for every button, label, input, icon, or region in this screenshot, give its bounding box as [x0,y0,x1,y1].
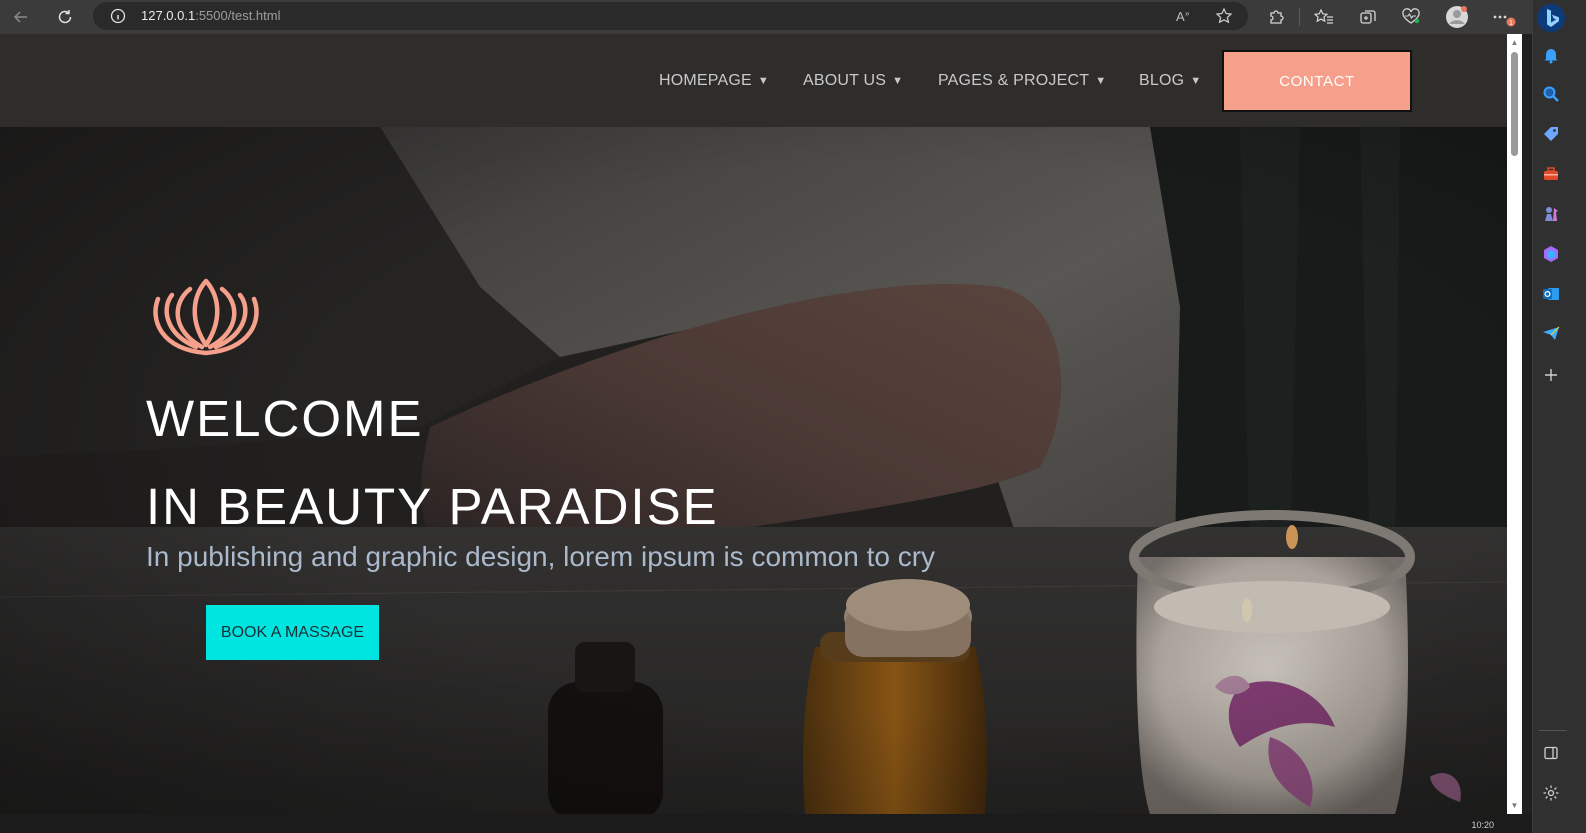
chevron-down-icon: ▼ [1095,75,1107,87]
copilot-icon[interactable] [1538,241,1564,267]
plus-icon[interactable] [1538,362,1564,388]
heart-icon[interactable] [1398,4,1424,30]
nav-blog[interactable]: BLOG ▼ [1139,72,1201,90]
sidebar-layout-icon[interactable] [1538,740,1564,766]
send-icon[interactable] [1538,320,1564,346]
lotus-icon [153,278,259,356]
toolbox-icon[interactable] [1538,161,1564,187]
more-icon[interactable]: 1 [1490,4,1516,30]
scrollbar-thumb[interactable] [1511,52,1518,156]
nav-pages-project-label: PAGES & PROJECT [938,72,1090,89]
scroll-down-icon[interactable]: ▼ [1510,801,1519,810]
favorites-icon[interactable] [1311,4,1337,30]
nav-about-us[interactable]: ABOUT US ▼ [803,72,903,90]
sidebar-divider [1539,730,1567,731]
tag-icon[interactable] [1538,121,1564,147]
star-icon[interactable] [1213,5,1235,27]
url-text[interactable]: 127.0.0.1:5500/test.html [141,8,281,23]
contact-button[interactable]: CONTACT [1222,50,1412,112]
address-bar[interactable]: 127.0.0.1:5500/test.html A» [93,2,1248,30]
browser-toolbar: 127.0.0.1:5500/test.html A» 1 [0,0,1532,34]
svg-text:A: A [1176,9,1185,24]
browser-sidebar [1532,0,1586,833]
page-scrollbar[interactable]: ▲ ▼ [1507,34,1522,814]
url-path: :5500/test.html [195,8,281,23]
read-aloud-icon[interactable]: A» [1173,5,1195,27]
svg-text:»: » [1185,9,1190,18]
settings-icon[interactable] [1538,780,1564,806]
os-taskbar: 10:20 [0,814,1532,833]
hero-title-line1: WELCOME [146,390,424,447]
nav-homepage[interactable]: HOMEPAGE ▼ [659,72,769,90]
puzzle-icon[interactable] [1263,4,1289,30]
refresh-icon[interactable] [52,4,78,30]
profile-avatar-icon[interactable] [1444,4,1470,30]
bell-icon[interactable] [1538,42,1564,68]
nav-about-us-label: ABOUT US [803,72,887,89]
nav-blog-label: BLOG [1139,72,1185,89]
notification-badge: 1 [1509,20,1513,27]
site-navbar: HOMEPAGE ▼ ABOUT US ▼ PAGES & PROJECT ▼ … [0,34,1507,127]
nav-homepage-label: HOMEPAGE [659,72,752,89]
bing-icon[interactable] [1535,2,1567,34]
collections-icon[interactable] [1355,4,1381,30]
outlook-icon[interactable] [1538,281,1564,307]
taskbar-clock: 10:20 [1471,820,1494,830]
hero-subtitle: In publishing and graphic design, lorem … [146,541,936,572]
nav-pages-project[interactable]: PAGES & PROJECT ▼ [938,72,1106,90]
back-arrow-icon[interactable] [8,4,34,30]
chevron-down-icon: ▼ [1190,75,1202,87]
hero-title-line2: IN BEAUTY PARADISE [146,478,719,535]
page-viewport: HOMEPAGE ▼ ABOUT US ▼ PAGES & PROJECT ▼ … [0,34,1507,814]
search-icon[interactable] [1538,81,1564,107]
info-icon[interactable] [107,5,129,27]
url-host: 127.0.0.1 [141,8,196,23]
scroll-up-icon[interactable]: ▲ [1510,38,1519,47]
hero-section: WELCOME IN BEAUTY PARADISE In publishing… [0,127,1507,814]
book-massage-button[interactable]: BOOK A MASSAGE [206,605,379,660]
chevron-down-icon: ▼ [757,75,769,87]
chess-icon[interactable] [1538,201,1564,227]
toolbar-separator [1299,8,1300,26]
chevron-down-icon: ▼ [892,75,904,87]
hero-background-image [0,127,1507,814]
